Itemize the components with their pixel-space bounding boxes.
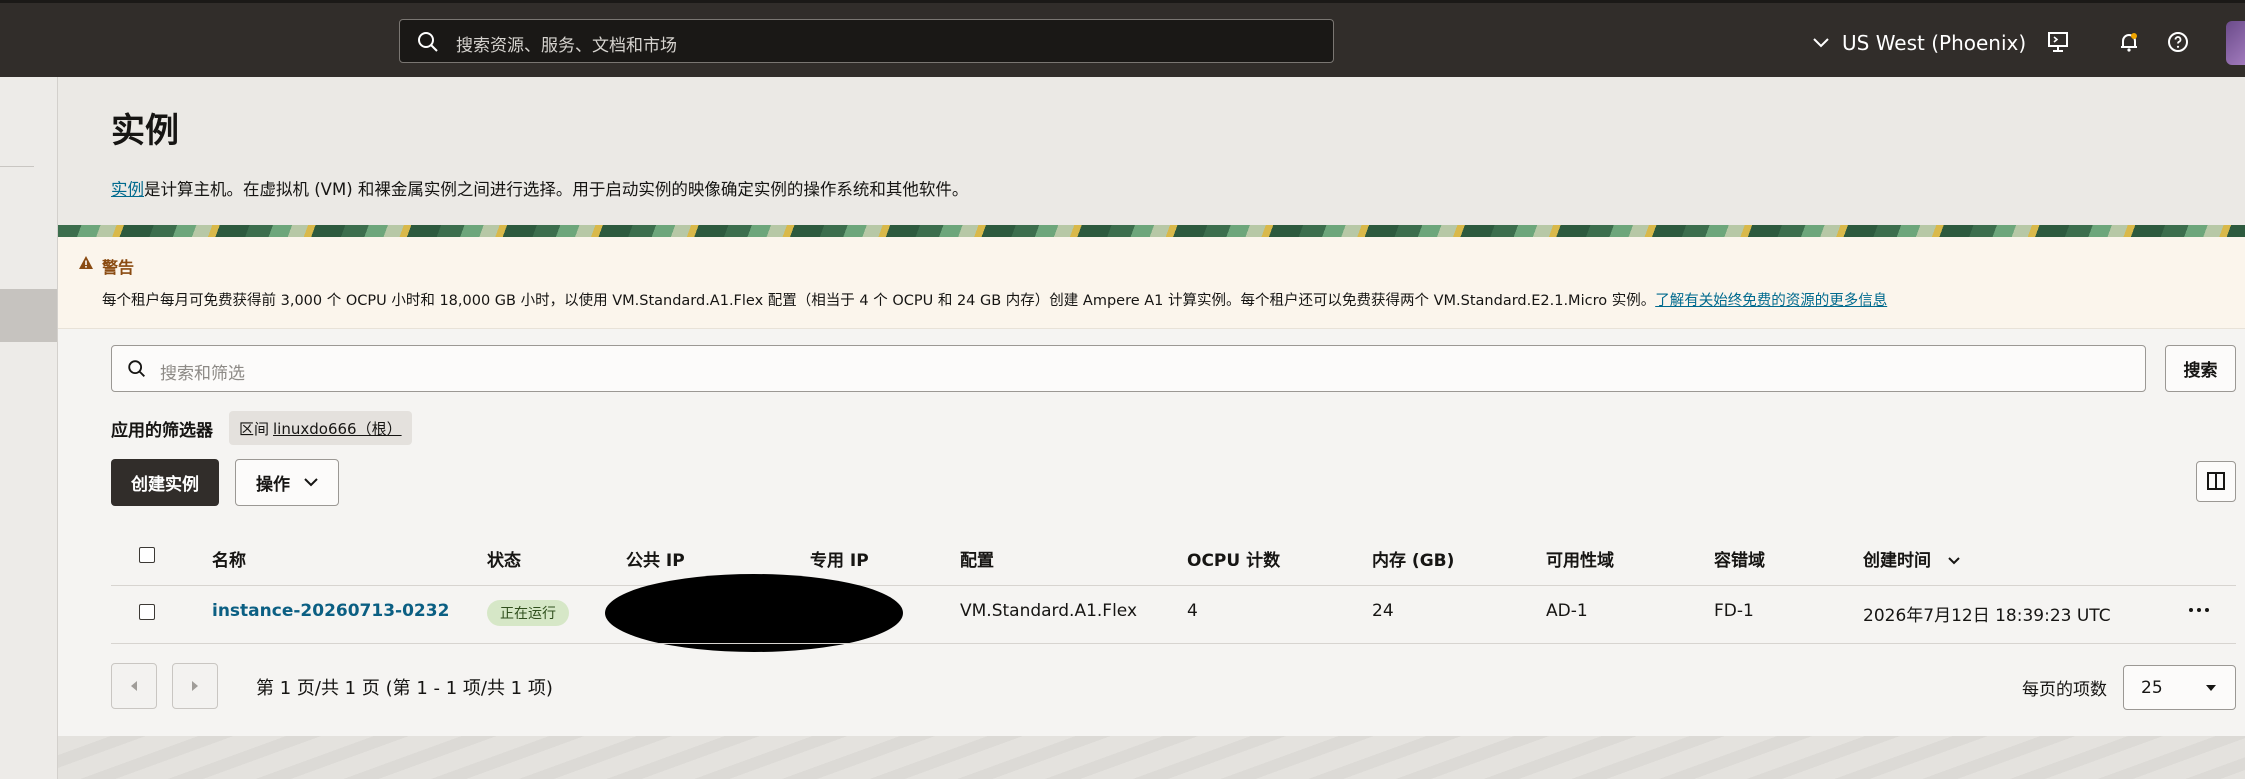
actions-menu-button[interactable]: 操作	[235, 459, 339, 506]
cell-ocpu: 4	[1187, 601, 1198, 621]
search-icon	[128, 360, 145, 377]
warning-banner: 警告 每个租户每月可免费获得前 3,000 个 OCPU 小时和 18,000 …	[58, 237, 2245, 329]
region-label: US West (Phoenix)	[1842, 31, 2027, 55]
col-shape[interactable]: 配置	[960, 546, 994, 571]
decorative-banner	[58, 225, 2245, 237]
warning-title: 警告	[102, 258, 135, 277]
cell-fault-domain: FD-1	[1714, 601, 1754, 621]
chip-key: 区间	[239, 419, 270, 438]
col-public-ip[interactable]: 公共 IP	[626, 546, 685, 571]
bell-icon[interactable]	[2117, 30, 2141, 54]
cell-availability-domain: AD-1	[1546, 601, 1588, 621]
row-checkbox[interactable]	[139, 604, 155, 620]
col-name[interactable]: 名称	[212, 546, 246, 571]
region-selector[interactable]: US West (Phoenix)	[1812, 28, 2026, 58]
col-memory[interactable]: 内存 (GB)	[1372, 546, 1454, 571]
warning-text: 每个租户每月可免费获得前 3,000 个 OCPU 小时和 18,000 GB …	[102, 289, 1887, 310]
instances-doc-link[interactable]: 实例	[111, 180, 144, 199]
col-status[interactable]: 状态	[487, 546, 521, 571]
prev-page-button[interactable]	[111, 663, 157, 709]
more-actions-icon[interactable]	[2187, 598, 2211, 622]
per-page-select[interactable]: 25	[2123, 665, 2236, 710]
top-bar: 搜索资源、服务、文档和市场 US West (Phoenix)	[0, 0, 2245, 77]
nav-divider	[0, 166, 34, 167]
help-icon[interactable]	[2166, 30, 2190, 54]
col-ocpu[interactable]: OCPU 计数	[1187, 546, 1280, 571]
warning-body: 每个租户每月可免费获得前 3,000 个 OCPU 小时和 18,000 GB …	[102, 293, 1656, 309]
redacted-ip-area	[605, 574, 903, 652]
warning-icon	[79, 256, 93, 269]
actions-label: 操作	[256, 475, 290, 495]
select-all-checkbox[interactable]	[139, 547, 155, 563]
compartment-filter-chip[interactable]: 区间 linuxdo666（根）	[229, 411, 412, 445]
cell-memory: 24	[1372, 601, 1394, 621]
create-instance-button[interactable]: 创建实例	[111, 459, 219, 506]
chevron-right-icon	[192, 681, 198, 691]
search-icon	[418, 32, 438, 52]
col-availability-domain[interactable]: 可用性域	[1546, 546, 1614, 571]
left-nav	[0, 77, 58, 779]
chip-value[interactable]: linuxdo666（根）	[273, 418, 402, 439]
cell-created: 2026年7月12日 18:39:23 UTC	[1863, 606, 2111, 626]
nav-item-selected[interactable]	[0, 289, 57, 342]
column-settings-button[interactable]	[2196, 461, 2236, 502]
search-filter-placeholder: 搜索和筛选	[160, 364, 245, 384]
next-page-button[interactable]	[172, 663, 218, 709]
footer-decoration	[58, 736, 2245, 779]
columns-icon	[2207, 472, 2225, 490]
caret-down-icon	[2206, 685, 2216, 691]
table-header-divider	[111, 585, 2236, 586]
search-button[interactable]: 搜索	[2165, 345, 2236, 392]
col-created-label: 创建时间	[1863, 551, 1931, 571]
page-header	[58, 77, 2245, 225]
sort-desc-icon	[1948, 556, 1960, 564]
col-fault-domain[interactable]: 容错域	[1714, 546, 1765, 571]
per-page-value: 25	[2141, 678, 2163, 698]
applied-filters-label: 应用的筛选器	[111, 421, 213, 441]
chevron-left-icon	[131, 681, 137, 691]
cloud-shell-icon[interactable]	[2046, 30, 2070, 54]
user-avatar[interactable]	[2226, 21, 2245, 65]
global-search-input[interactable]: 搜索资源、服务、文档和市场	[399, 19, 1334, 63]
page-title: 实例	[111, 111, 179, 151]
page-description-text: 是计算主机。在虚拟机 (VM) 和裸金属实例之间进行选择。用于启动实例的映像确定…	[144, 180, 969, 199]
chevron-down-icon	[304, 478, 318, 487]
page-description: 实例是计算主机。在虚拟机 (VM) 和裸金属实例之间进行选择。用于启动实例的映像…	[111, 176, 968, 200]
per-page-label: 每页的项数	[2022, 680, 2107, 700]
search-filter-input[interactable]: 搜索和筛选	[111, 345, 2146, 392]
always-free-link[interactable]: 了解有关始终免费的资源的更多信息	[1655, 293, 1887, 309]
status-badge: 正在运行	[487, 600, 569, 626]
chevron-down-icon	[1813, 38, 1829, 48]
col-private-ip[interactable]: 专用 IP	[810, 546, 869, 571]
cell-shape: VM.Standard.A1.Flex	[960, 601, 1138, 621]
global-search-placeholder: 搜索资源、服务、文档和市场	[456, 36, 677, 56]
instance-name-link[interactable]: instance-20260713-0232	[212, 601, 449, 621]
table-row-divider	[111, 643, 2236, 644]
pagination-status: 第 1 页/共 1 页 (第 1 - 1 项/共 1 项)	[256, 678, 553, 699]
col-created[interactable]: 创建时间	[1863, 546, 1961, 571]
